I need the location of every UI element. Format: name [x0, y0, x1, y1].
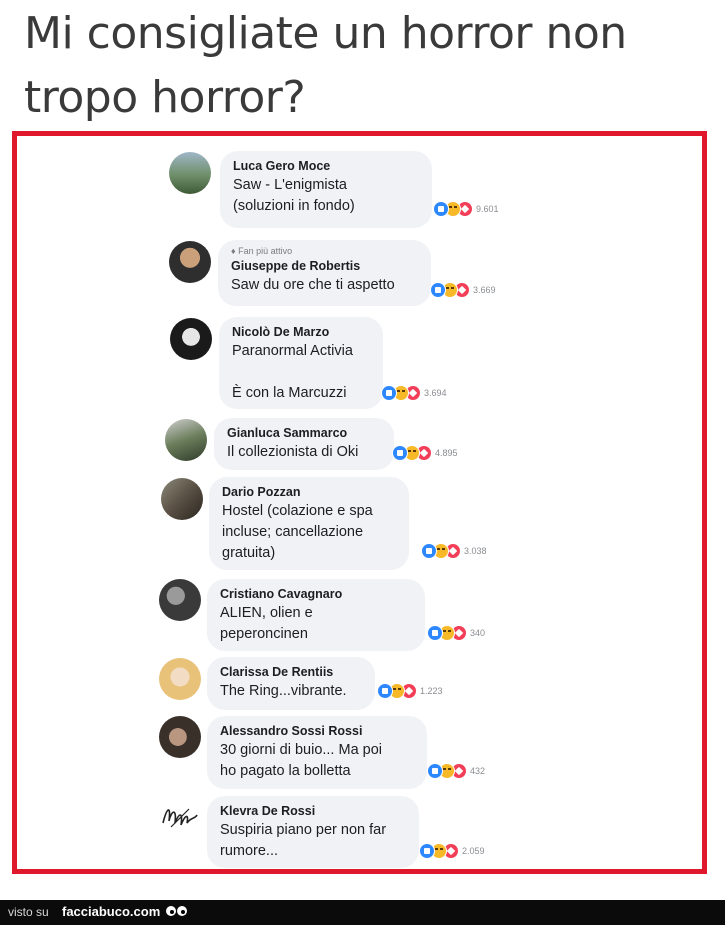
- comment-bubble: Gianluca Sammarco Il collezionista di Ok…: [214, 418, 394, 470]
- avatar[interactable]: [165, 419, 207, 461]
- like-icon: [430, 282, 446, 298]
- comment-text: 30 giorni di buio... Ma poi ho pagato la…: [220, 742, 383, 779]
- site-logo-icon: [166, 906, 187, 916]
- comment-author[interactable]: Clarissa De Rentiis: [220, 664, 363, 681]
- comment-text: Il collezionista di Oki: [227, 444, 359, 460]
- reaction-count: 1.223: [420, 686, 443, 696]
- like-icon: [421, 543, 437, 559]
- comment-text: Suspiria piano per non far rumore...: [220, 822, 387, 859]
- reaction-count: 2.059: [462, 846, 485, 856]
- avatar[interactable]: [161, 478, 203, 520]
- like-icon: [427, 625, 443, 641]
- reaction-summary[interactable]: 3.669: [430, 281, 496, 299]
- reaction-summary[interactable]: 9.601: [433, 200, 499, 218]
- avatar[interactable]: [169, 152, 211, 194]
- avatar[interactable]: [170, 318, 212, 360]
- reaction-count: 340: [470, 628, 486, 638]
- comment-bubble: ♦ Fan più attivo Giuseppe de Robertis Sa…: [218, 240, 431, 306]
- reaction-summary[interactable]: 340: [427, 624, 485, 642]
- badge-label: Fan più attivo: [238, 246, 293, 256]
- comment-author[interactable]: Giuseppe de Robertis: [231, 258, 419, 275]
- comment-author[interactable]: Gianluca Sammarco: [227, 425, 382, 442]
- comment-text: Saw - L'enigmista (soluzioni in fondo): [233, 177, 355, 214]
- comment-author[interactable]: Cristiano Cavagnaro: [220, 586, 413, 603]
- post-title: Mi consigliate un horror non tropo horro…: [24, 8, 627, 123]
- like-icon: [381, 385, 397, 401]
- comment-text: Hostel (colazione e spa incluse; cancell…: [222, 503, 373, 561]
- comment-text: The Ring...vibrante.: [220, 683, 347, 699]
- comment-author[interactable]: Luca Gero Moce: [233, 158, 420, 175]
- comment-author[interactable]: Klevra De Rossi: [220, 803, 407, 820]
- comment-author[interactable]: Dario Pozzan: [222, 484, 397, 501]
- comment-bubble: Alessandro Sossi Rossi 30 giorni di buio…: [207, 716, 427, 789]
- like-icon: [433, 201, 449, 217]
- top-fan-badge: ♦ Fan più attivo: [231, 245, 419, 257]
- comment-bubble: Cristiano Cavagnaro ALIEN, olien e peper…: [207, 579, 425, 651]
- reaction-count: 432: [470, 766, 486, 776]
- like-icon: [392, 445, 408, 461]
- comment-text: Saw du ore che ti aspetto: [231, 277, 395, 293]
- avatar[interactable]: [169, 241, 211, 283]
- reaction-count: 3.694: [424, 388, 447, 398]
- avatar[interactable]: [159, 797, 201, 839]
- comment-bubble: Luca Gero Moce Saw - L'enigmista (soluzi…: [220, 151, 432, 228]
- like-icon: [419, 843, 435, 859]
- reaction-summary[interactable]: 2.059: [419, 842, 485, 860]
- comment-text: Paranormal Activia È con la Marcuzzi: [232, 343, 353, 401]
- avatar[interactable]: [159, 658, 201, 700]
- reaction-summary[interactable]: 3.038: [421, 542, 487, 560]
- comments-frame: Luca Gero Moce Saw - L'enigmista (soluzi…: [12, 131, 707, 874]
- reaction-summary[interactable]: 3.694: [381, 384, 447, 402]
- reaction-summary[interactable]: 432: [427, 762, 485, 780]
- footer-visto-label: visto su: [8, 905, 49, 919]
- signature-avatar-image: [162, 808, 198, 828]
- reaction-count: 3.038: [464, 546, 487, 556]
- avatar[interactable]: [159, 716, 201, 758]
- reaction-summary[interactable]: 1.223: [377, 682, 443, 700]
- avatar[interactable]: [159, 579, 201, 621]
- reaction-count: 9.601: [476, 204, 499, 214]
- comment-bubble: Dario Pozzan Hostel (colazione e spa inc…: [209, 477, 409, 570]
- footer-site-link[interactable]: facciabuco.com: [62, 904, 160, 919]
- comment-text: ALIEN, olien e peperoncinen: [220, 605, 313, 642]
- comment-author[interactable]: Nicolò De Marzo: [232, 324, 371, 341]
- reaction-summary[interactable]: 4.895: [392, 444, 458, 462]
- like-icon: [427, 763, 443, 779]
- footer-bar: visto su facciabuco.com: [0, 900, 725, 925]
- reaction-count: 3.669: [473, 285, 496, 295]
- comment-author[interactable]: Alessandro Sossi Rossi: [220, 723, 415, 740]
- reaction-count: 4.895: [435, 448, 458, 458]
- comment-bubble: Nicolò De Marzo Paranormal Activia È con…: [219, 317, 383, 409]
- comment-bubble: Clarissa De Rentiis The Ring...vibrante.: [207, 657, 375, 710]
- comment-bubble: Klevra De Rossi Suspiria piano per non f…: [207, 796, 419, 868]
- like-icon: [377, 683, 393, 699]
